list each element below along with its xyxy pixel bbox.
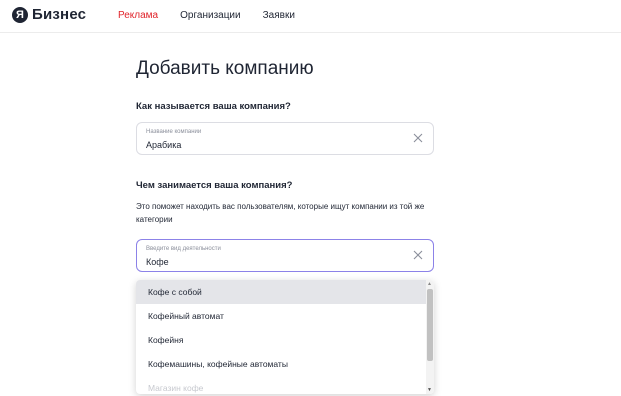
nav-item-organizations[interactable]: Организации: [180, 10, 240, 21]
yandex-logo-icon: Я: [12, 6, 28, 23]
scroll-up-arrow-icon[interactable]: ▲: [427, 281, 432, 287]
scroll-down-arrow-icon[interactable]: ▼: [427, 387, 432, 393]
clear-icon[interactable]: [412, 249, 424, 261]
suggestion-item[interactable]: Кофе с собой: [136, 280, 426, 304]
company-name-question: Как называется ваша компания?: [136, 101, 291, 112]
yandex-business-logo[interactable]: Я Бизнес: [12, 6, 86, 23]
company-name-field[interactable]: Название компании Арабика: [136, 122, 434, 155]
dropdown-scrollbar[interactable]: ▲ ▼: [426, 280, 434, 394]
activity-question: Чем занимается ваша компания?: [136, 180, 293, 191]
nav-item-ads[interactable]: Реклама: [118, 10, 158, 21]
nav-item-requests[interactable]: Заявки: [263, 10, 295, 21]
activity-field[interactable]: Введите вид деятельности Кофе: [136, 239, 434, 272]
suggestion-item[interactable]: Кофемашины, кофейные автоматы: [136, 352, 426, 376]
suggestions-dropdown: Кофе с собой Кофейный автомат Кофейня Ко…: [136, 280, 434, 394]
suggestion-item[interactable]: Кофейня: [136, 328, 426, 352]
company-name-value[interactable]: Арабика: [146, 140, 181, 150]
activity-hint: Это поможет находить вас пользователям, …: [136, 202, 425, 224]
scrollbar-thumb[interactable]: [427, 289, 433, 361]
main-nav: Реклама Организации Заявки: [118, 10, 295, 21]
page-title: Добавить компанию: [136, 58, 314, 79]
company-name-label: Название компании: [146, 129, 202, 135]
activity-label: Введите вид деятельности: [146, 246, 221, 252]
suggestion-item[interactable]: Кофейный автомат: [136, 304, 426, 328]
logo-text: Бизнес: [32, 6, 87, 23]
clear-icon[interactable]: [412, 132, 424, 144]
top-bar: Я Бизнес Реклама Организации Заявки: [0, 0, 621, 33]
suggestion-item[interactable]: Магазин кофе: [136, 376, 426, 394]
activity-value[interactable]: Кофе: [146, 257, 169, 267]
